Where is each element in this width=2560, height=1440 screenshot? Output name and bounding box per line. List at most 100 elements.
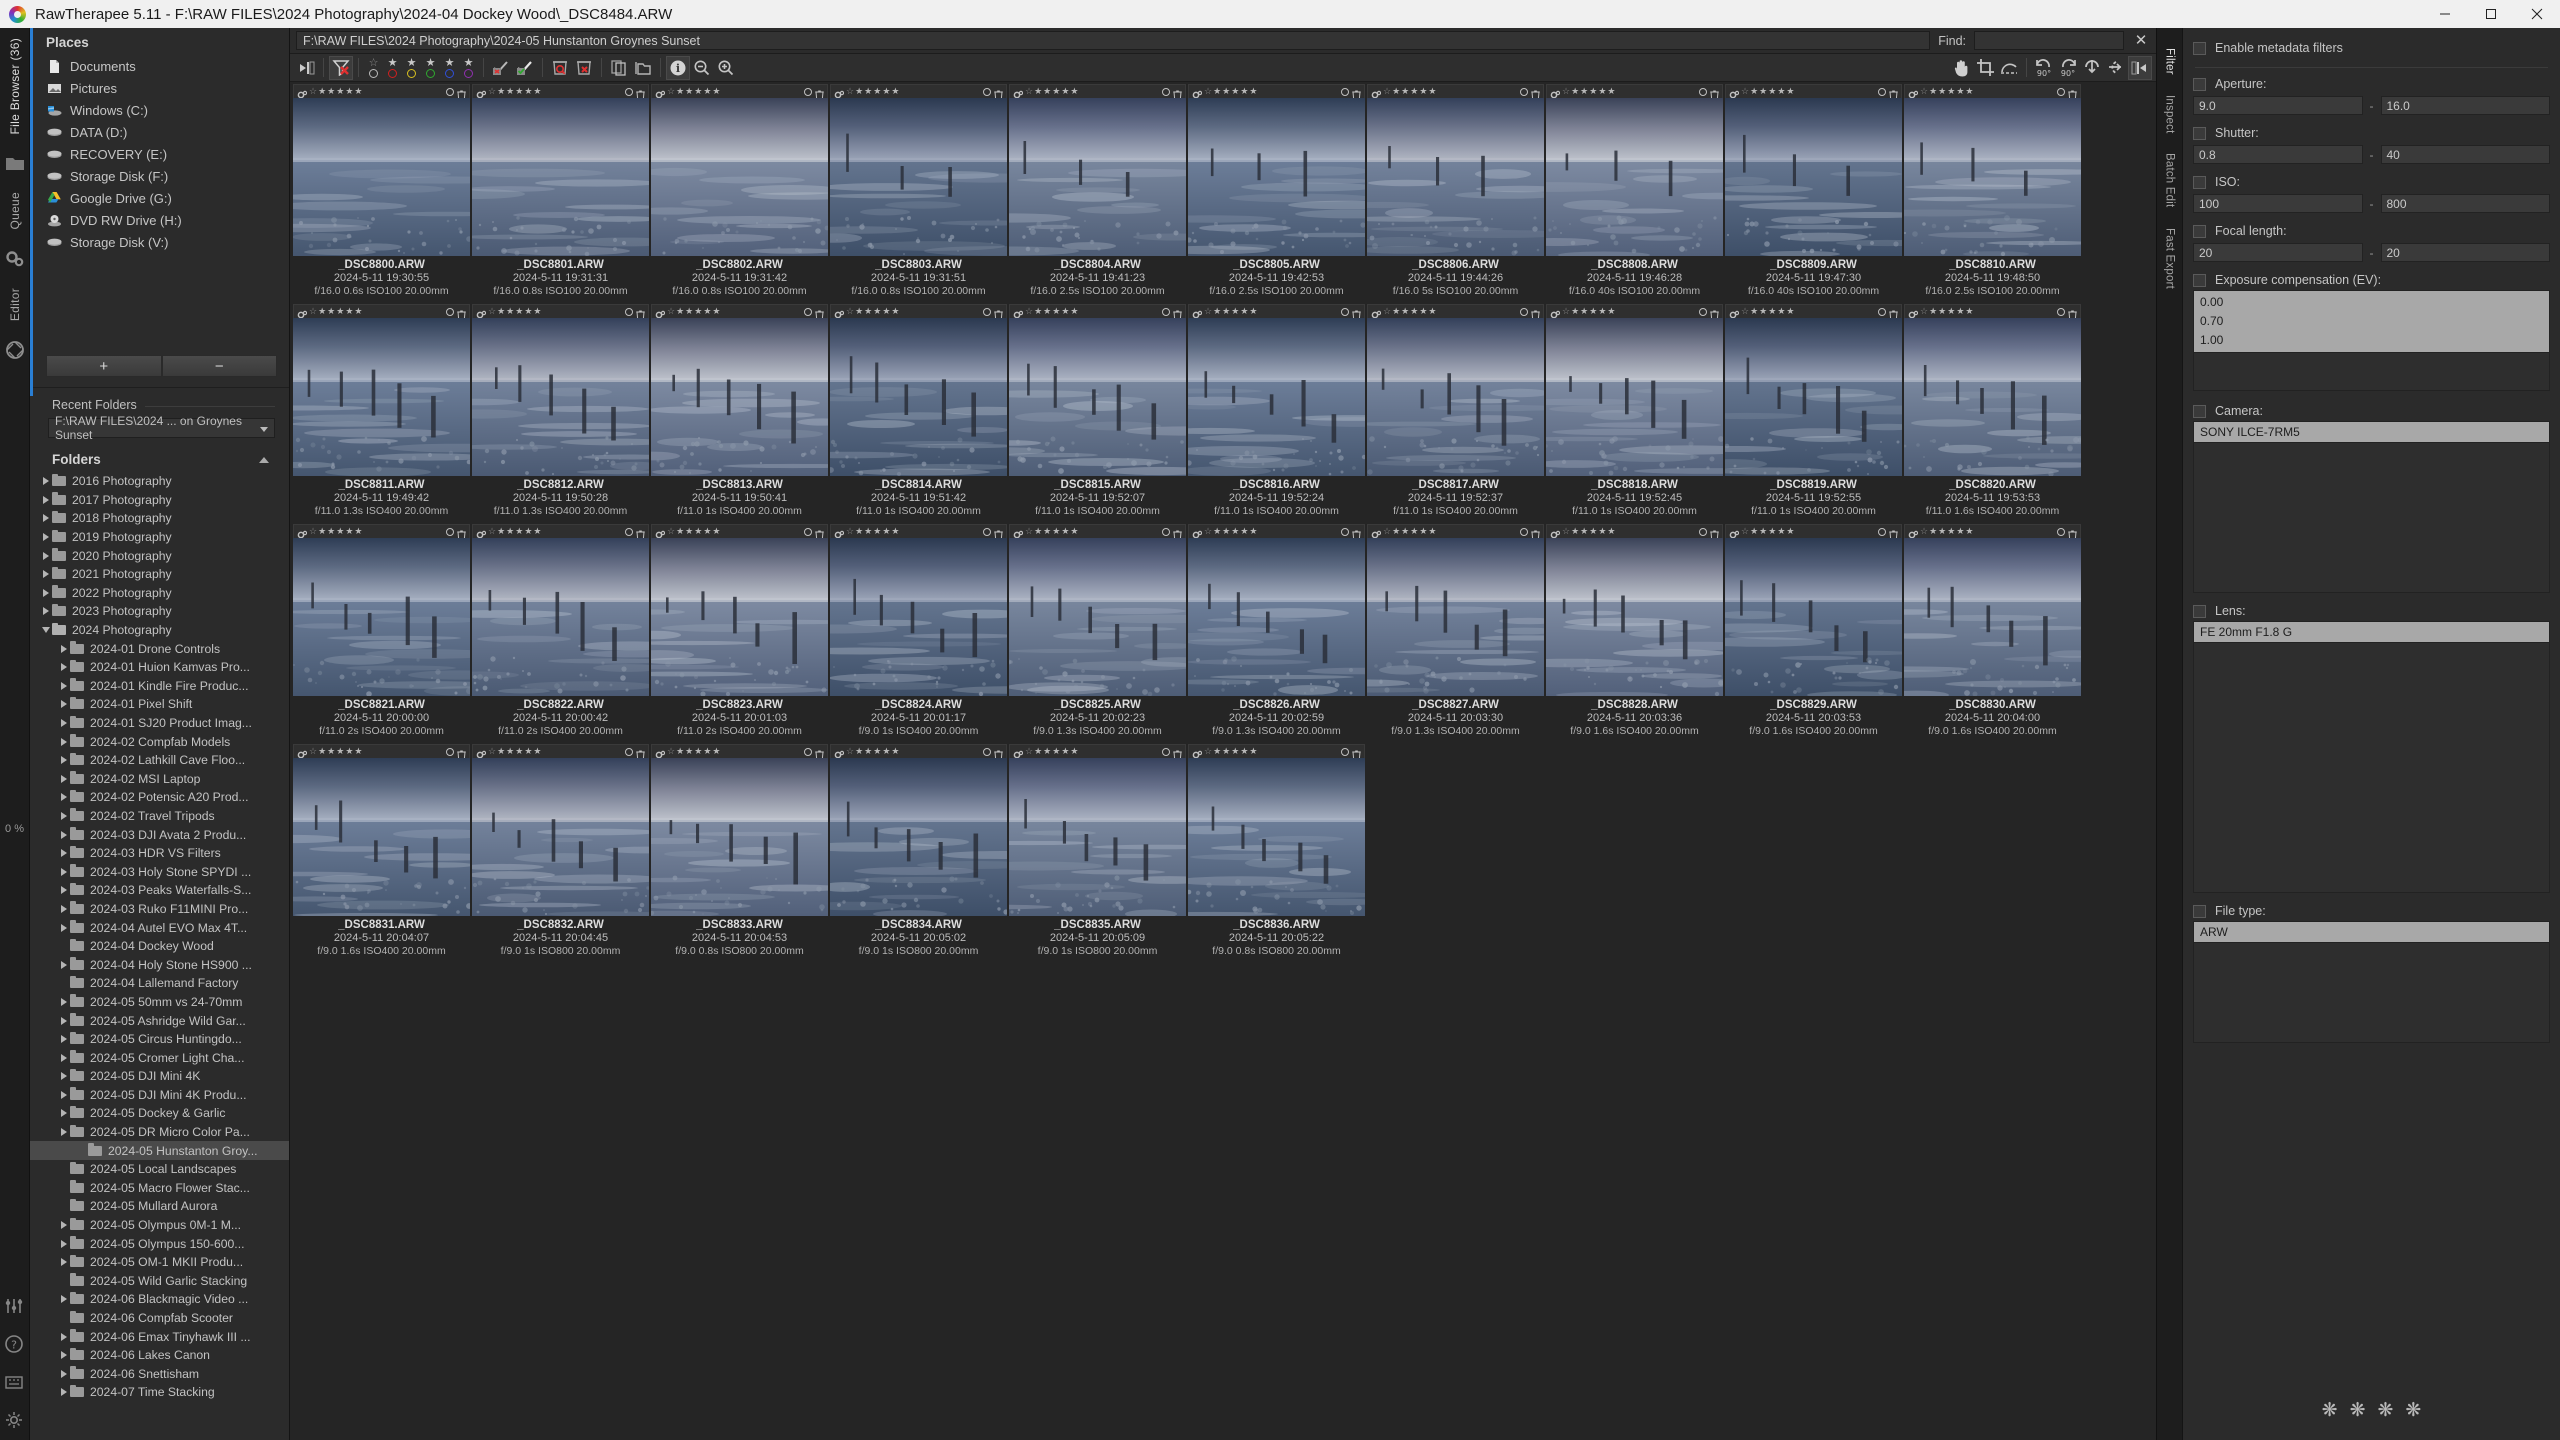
- rank-4-star-icon[interactable]: ★: [882, 747, 890, 756]
- processing-profile-icon[interactable]: [1192, 307, 1203, 318]
- thumbnail-cell[interactable]: ☆ ★ ★ ★ ★ ★ _DSC8822.ARW 2024-5-11 20:00:42 f/11…: [472, 524, 649, 741]
- thumbnail-image[interactable]: [1009, 538, 1186, 696]
- rank-2-star-icon[interactable]: ★: [1580, 307, 1588, 316]
- rank-5-star-icon[interactable]: ★: [1249, 307, 1257, 316]
- rotate-left-icon[interactable]: 90°: [2032, 56, 2056, 80]
- rank-1-star-icon[interactable]: ★: [497, 87, 505, 96]
- rank-3-star-icon[interactable]: ★: [694, 527, 702, 536]
- tab-fast-export[interactable]: Fast Export: [2164, 218, 2176, 299]
- processing-profile-icon[interactable]: [1729, 87, 1740, 98]
- rank-0-star-icon[interactable]: ☆: [488, 527, 496, 536]
- thumbnail-image[interactable]: [1725, 318, 1902, 476]
- thumbnail-image[interactable]: [1367, 98, 1544, 256]
- rank-0-star-icon[interactable]: ☆: [488, 87, 496, 96]
- place-item[interactable]: Windows (C:): [30, 99, 289, 121]
- folder-tree-item[interactable]: 2024-05 DR Micro Color Pa...: [30, 1123, 289, 1142]
- chevron-right-icon[interactable]: [61, 1128, 67, 1137]
- chevron-right-icon[interactable]: [61, 886, 67, 895]
- color-label-icon[interactable]: [1162, 87, 1170, 96]
- rank-3-star-icon[interactable]: ★: [1947, 307, 1955, 316]
- rank-1-star-icon[interactable]: ★: [855, 527, 863, 536]
- rank-2-star-icon[interactable]: ★: [1938, 527, 1946, 536]
- rank-0-star-icon[interactable]: ☆: [667, 87, 675, 96]
- trash-icon[interactable]: [815, 527, 824, 540]
- rank-0-star-icon[interactable]: ☆: [846, 87, 854, 96]
- rank-2-star-icon[interactable]: ★: [685, 747, 693, 756]
- rank-3-star-icon[interactable]: ★: [1589, 307, 1597, 316]
- processing-profile-icon[interactable]: [834, 307, 845, 318]
- thumbnail-cell[interactable]: ☆ ★ ★ ★ ★ ★ _DSC8805.ARW 2024-5-11 19:42:53 f/16…: [1188, 84, 1365, 301]
- camera-checkbox[interactable]: [2193, 404, 2206, 418]
- trash-icon[interactable]: [1173, 747, 1182, 760]
- folder-tree-item[interactable]: 2024-05 DJI Mini 4K: [30, 1067, 289, 1086]
- rank-4-star-icon[interactable]: ★: [1240, 747, 1248, 756]
- place-item[interactable]: DATA (D:): [30, 121, 289, 143]
- processing-profile-icon[interactable]: [655, 747, 666, 758]
- iso-min-input[interactable]: 100: [2193, 194, 2363, 213]
- rank-2-star-icon[interactable]: ★: [1938, 307, 1946, 316]
- color-label-icon[interactable]: [2057, 87, 2065, 96]
- folder-tree-item[interactable]: 2024-05 DJI Mini 4K Produ...: [30, 1086, 289, 1105]
- rank-stars[interactable]: ☆ ★ ★ ★ ★ ★: [667, 307, 720, 316]
- rank-1-star-icon[interactable]: ★: [318, 307, 326, 316]
- rank-stars[interactable]: ☆ ★ ★ ★ ★ ★: [667, 527, 720, 536]
- rank-1-star-icon[interactable]: ★: [1750, 527, 1758, 536]
- place-item[interactable]: Storage Disk (F:): [30, 165, 289, 187]
- color-label-icon[interactable]: [1699, 87, 1707, 96]
- aperture-filter-row[interactable]: Aperture:: [2193, 74, 2550, 94]
- color-label-icon[interactable]: [983, 747, 991, 756]
- thumbnail-image[interactable]: [1725, 98, 1902, 256]
- rank-5-star-icon[interactable]: ★: [1786, 307, 1794, 316]
- help-icon[interactable]: ?: [4, 1334, 26, 1356]
- rank-unrated-filter[interactable]: ☆: [364, 57, 383, 78]
- shutter-min-input[interactable]: 0.8: [2193, 145, 2363, 164]
- thumbnail-image[interactable]: [651, 98, 828, 256]
- rank-3-star-icon[interactable]: ★: [336, 307, 344, 316]
- thumbnail-cell[interactable]: ☆ ★ ★ ★ ★ ★ _DSC8827.ARW 2024-5-11 20:03:30 f/9.…: [1367, 524, 1544, 741]
- folder-tree-item[interactable]: 2024-05 50mm vs 24-70mm: [30, 993, 289, 1012]
- thumbnail-cell[interactable]: ☆ ★ ★ ★ ★ ★ _DSC8813.ARW 2024-5-11 19:50:41 f/11…: [651, 304, 828, 521]
- rank-0-star-icon[interactable]: ☆: [1204, 747, 1212, 756]
- trash-icon[interactable]: [2068, 87, 2077, 100]
- rank-1-star-icon[interactable]: ★: [1571, 87, 1579, 96]
- iso-filter-row[interactable]: ISO:: [2193, 172, 2550, 192]
- processing-profile-icon[interactable]: [1013, 87, 1024, 98]
- rank-3-star-icon[interactable]: ★: [1589, 87, 1597, 96]
- rank-1-star-icon[interactable]: ★: [1213, 747, 1221, 756]
- rank-4-star-icon[interactable]: ★: [1061, 527, 1069, 536]
- trash-icon[interactable]: [994, 87, 1003, 100]
- rank-3-star-icon[interactable]: ★: [694, 307, 702, 316]
- rank-2-star-icon[interactable]: ★: [327, 527, 335, 536]
- chevron-right-icon[interactable]: [61, 1332, 67, 1341]
- rank-1-star-icon[interactable]: ★: [1929, 307, 1937, 316]
- rank-0-star-icon[interactable]: ☆: [1920, 87, 1928, 96]
- rank-1-star-icon[interactable]: ★: [1929, 87, 1937, 96]
- rank-3-star-icon[interactable]: ★: [1231, 87, 1239, 96]
- chevron-right-icon[interactable]: [61, 960, 67, 969]
- rank-stars[interactable]: ☆ ★ ★ ★ ★ ★: [846, 87, 899, 96]
- rank-2-star-icon[interactable]: ★: [506, 527, 514, 536]
- rank-0-star-icon[interactable]: ☆: [667, 747, 675, 756]
- rank-stars[interactable]: ☆ ★ ★ ★ ★ ★: [309, 87, 362, 96]
- straighten-tool-icon[interactable]: [1997, 56, 2021, 80]
- thumbnail-image[interactable]: [830, 758, 1007, 916]
- folder-tree-item[interactable]: 2024-06 Emax Tinyhawk III ...: [30, 1327, 289, 1346]
- rank-0-star-icon[interactable]: ☆: [1562, 307, 1570, 316]
- rank-stars[interactable]: ☆ ★ ★ ★ ★ ★: [1204, 307, 1257, 316]
- rank-2-star-icon[interactable]: ★: [327, 747, 335, 756]
- rank-1-star-icon[interactable]: ★: [1034, 307, 1042, 316]
- chevron-right-icon[interactable]: [61, 849, 67, 858]
- rank-3-filter[interactable]: ★: [421, 57, 440, 78]
- rank-0-star-icon[interactable]: ☆: [309, 747, 317, 756]
- rank-2-star-icon[interactable]: ★: [1401, 87, 1409, 96]
- rank-5-star-icon[interactable]: ★: [1607, 307, 1615, 316]
- thumbnail-image[interactable]: [1546, 538, 1723, 696]
- rank-0-star-icon[interactable]: ☆: [309, 527, 317, 536]
- keyboard-shortcuts-icon[interactable]: [4, 1372, 26, 1394]
- color-label-icon[interactable]: [446, 87, 454, 96]
- rank-1-star-icon[interactable]: ★: [855, 307, 863, 316]
- rank-0-star-icon[interactable]: ☆: [1562, 87, 1570, 96]
- thumbnail-image[interactable]: [1188, 538, 1365, 696]
- rank-4-filter[interactable]: ★: [440, 57, 459, 78]
- rank-2-star-icon[interactable]: ★: [1401, 307, 1409, 316]
